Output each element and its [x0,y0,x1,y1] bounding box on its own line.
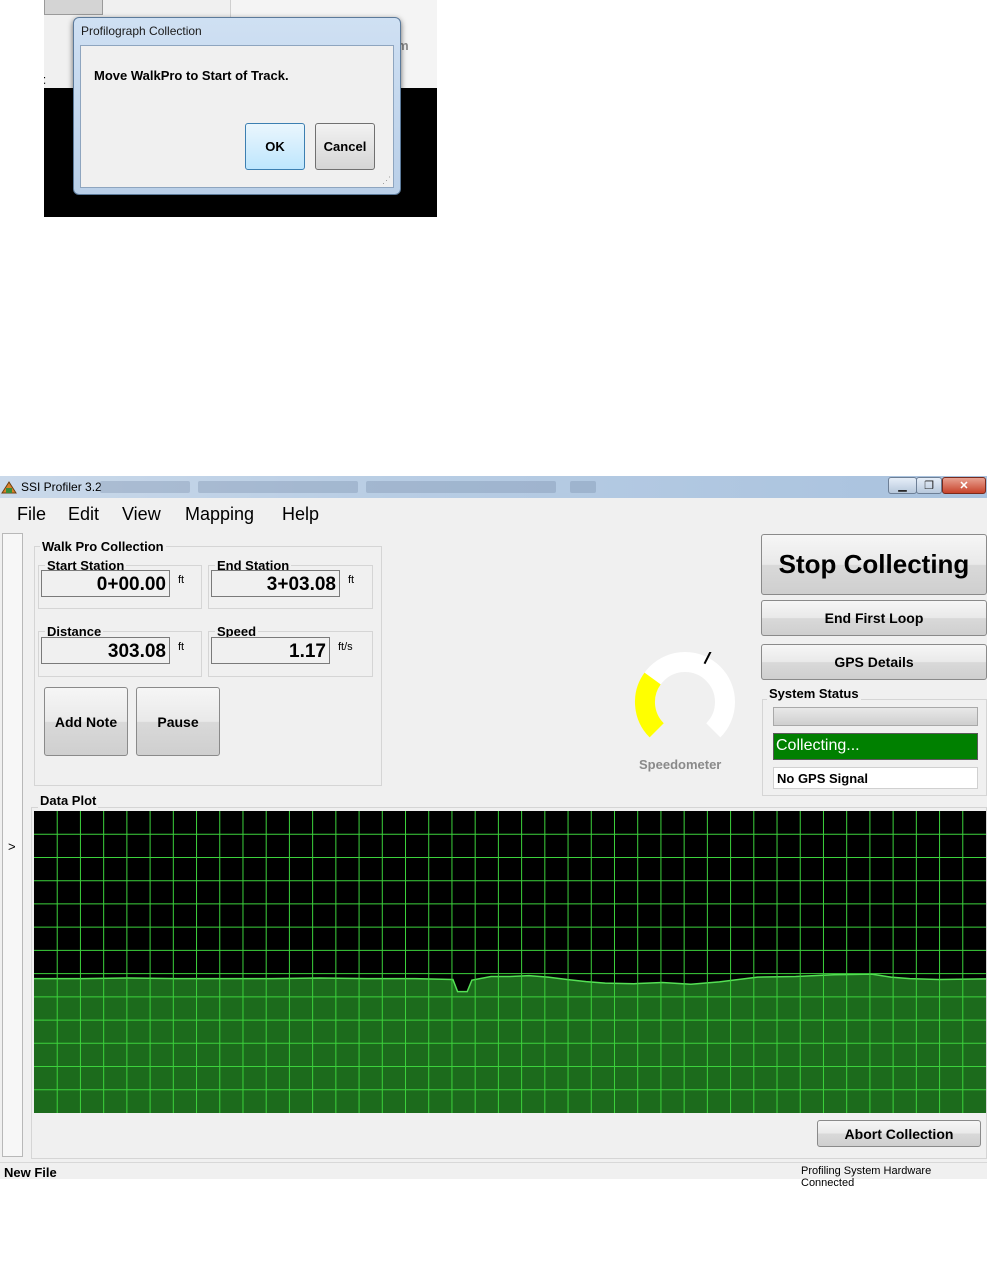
side-panel-toggle[interactable]: > [2,533,23,1157]
profilograph-dialog: Profilograph Collection Move WalkPro to … [73,17,401,195]
status-bar: New File Profiling System Hardware Conne… [0,1162,987,1189]
speedometer-level-arc [634,672,665,738]
chevron-right-icon: > [8,839,16,854]
data-plot-canvas [34,811,986,1113]
start-station-field[interactable]: 0+00.00 [41,570,170,597]
close-button[interactable]: ✕ [942,477,986,494]
pause-button[interactable]: Pause [136,687,220,756]
menu-edit[interactable]: Edit [68,504,99,525]
background-tab-fragment [570,481,596,493]
dialog-message: Move WalkPro to Start of Track. [94,68,289,83]
background-tab-fragment [366,481,556,493]
end-station-field[interactable]: 3+03.08 [211,570,340,597]
minimize-icon: ▁ [898,480,907,492]
start-station-unit: ft [178,574,185,586]
resize-grip-icon[interactable]: ⋰ [382,175,391,186]
profile-plot-svg [34,811,986,1113]
restore-button[interactable]: ❐ [916,477,942,494]
speed-unit: ft/s [338,641,353,653]
walk-pro-collection-title: Walk Pro Collection [40,539,166,554]
collecting-status: Collecting... [773,733,978,760]
gps-status: No GPS Signal [773,767,978,789]
app-icon [1,481,17,494]
speedometer-label: Speedometer [639,757,722,772]
menu-bar: File Edit View Mapping Help [0,498,987,528]
menu-help[interactable]: Help [282,504,319,525]
add-note-button[interactable]: Add Note [44,687,128,756]
stop-collecting-button[interactable]: Stop Collecting [761,534,987,595]
ok-button[interactable]: OK [245,123,305,170]
crop-text-fragment-left: t [44,72,45,87]
close-icon: ✕ [959,480,969,492]
background-tab-fragment [198,481,358,493]
background-tab-fragment [100,481,190,493]
menu-file[interactable]: File [17,504,46,525]
status-hardware: Profiling System Hardware Connected [801,1165,932,1189]
data-plot-title: Data Plot [38,793,99,808]
app-window: SSI Profiler 3.2 ▁ ❐ ✕ File Edit View Ma… [0,476,987,1189]
speedometer-gauge [634,652,735,738]
restore-icon: ❐ [924,480,934,492]
gps-details-button[interactable]: GPS Details [761,644,987,680]
end-first-loop-button[interactable]: End First Loop [761,600,987,636]
distance-field[interactable]: 303.08 [41,637,170,664]
menu-view[interactable]: View [122,504,161,525]
dialog-body: Move WalkPro to Start of Track. OK Cance… [80,45,394,188]
abort-collection-button[interactable]: Abort Collection [817,1120,981,1147]
crop-tab-fragment [44,0,103,15]
dialog-screenshot-crop: t edom Profilograph Collection Move Walk… [44,0,437,217]
distance-unit: ft [178,641,185,653]
speed-field[interactable]: 1.17 [211,637,330,664]
status-progress-bar [773,707,978,726]
system-status-title: System Status [767,686,861,701]
cancel-button[interactable]: Cancel [315,123,375,170]
menu-mapping[interactable]: Mapping [185,504,254,525]
end-station-unit: ft [348,574,355,586]
minimize-button[interactable]: ▁ [888,477,917,494]
status-file-name: New File [4,1165,57,1180]
title-bar[interactable]: SSI Profiler 3.2 ▁ ❐ ✕ [0,476,987,498]
dialog-title: Profilograph Collection [81,24,202,38]
window-title: SSI Profiler 3.2 [21,480,102,494]
